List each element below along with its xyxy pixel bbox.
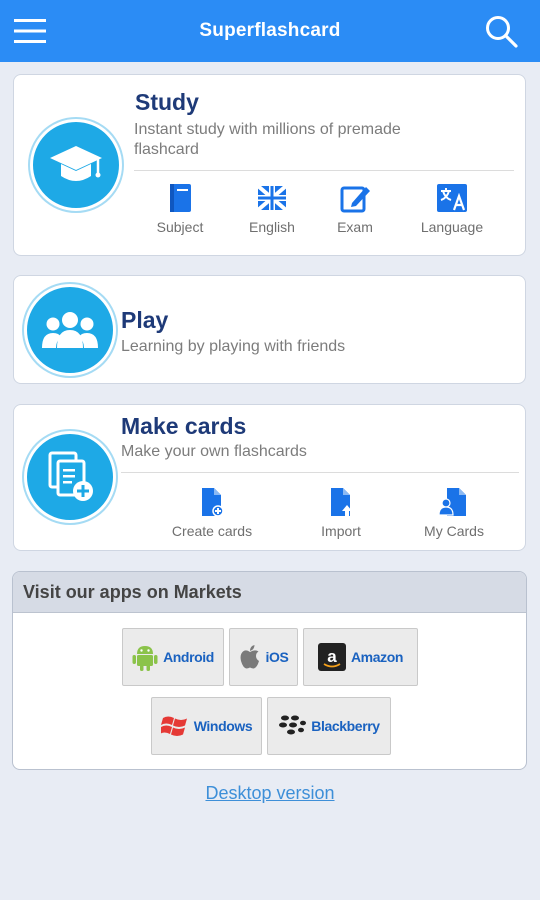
markets-heading: Visit our apps on Markets — [13, 572, 526, 613]
windows-button[interactable]: Windows — [151, 697, 262, 755]
play-title: Play — [121, 307, 169, 333]
import-document-icon — [331, 488, 352, 516]
group-icon — [24, 284, 116, 376]
ios-button[interactable]: iOS — [229, 628, 298, 686]
edit-icon — [340, 186, 370, 213]
study-language-button[interactable]: Language — [407, 183, 497, 235]
study-exam-button[interactable]: Exam — [310, 183, 400, 235]
search-icon[interactable] — [484, 14, 520, 50]
graduation-cap-icon — [30, 119, 122, 211]
svg-text:a: a — [327, 647, 337, 666]
my-cards-button[interactable]: My Cards — [409, 487, 499, 539]
amazon-icon: a — [317, 643, 346, 671]
study-subject-button[interactable]: Subject — [135, 183, 225, 235]
uk-flag-icon — [257, 184, 287, 212]
add-document-icon — [24, 431, 116, 523]
import-button[interactable]: Import — [296, 487, 386, 539]
app-title: Superflashcard — [199, 20, 341, 41]
play-description: Learning by playing with friends — [121, 338, 346, 355]
app-bar: Superflashcard — [0, 0, 540, 62]
book-icon — [170, 184, 191, 212]
create-document-icon — [202, 488, 224, 517]
amazon-button[interactable]: a Amazon — [303, 628, 418, 686]
play-card[interactable]: Play Learning by playing with friends — [13, 275, 526, 384]
make-cards-card[interactable]: Make cards Make your own flashcards Crea… — [13, 404, 526, 551]
blackberry-button[interactable]: Blackberry — [267, 697, 391, 755]
hamburger-menu-icon[interactable] — [14, 17, 48, 45]
translate-icon — [437, 184, 467, 212]
make-cards-title: Make cards — [121, 413, 247, 439]
android-icon — [132, 646, 158, 671]
desktop-version-link[interactable]: Desktop version — [0, 783, 540, 804]
study-title: Study — [135, 89, 199, 115]
study-description: Instant study with millions of premade f… — [134, 121, 401, 158]
apple-icon — [240, 645, 259, 669]
my-cards-icon — [438, 488, 466, 516]
divider — [134, 170, 514, 171]
android-button[interactable]: Android — [122, 628, 224, 686]
markets-panel: Visit our apps on Markets Android iOS a … — [12, 571, 527, 770]
blackberry-icon — [279, 715, 307, 735]
make-cards-description: Make your own flashcards — [121, 443, 307, 460]
divider — [121, 472, 519, 473]
study-card[interactable]: Study Instant study with millions of pre… — [13, 74, 526, 256]
windows-icon — [160, 716, 187, 736]
create-cards-button[interactable]: Create cards — [162, 487, 262, 539]
study-english-button[interactable]: English — [227, 183, 317, 235]
